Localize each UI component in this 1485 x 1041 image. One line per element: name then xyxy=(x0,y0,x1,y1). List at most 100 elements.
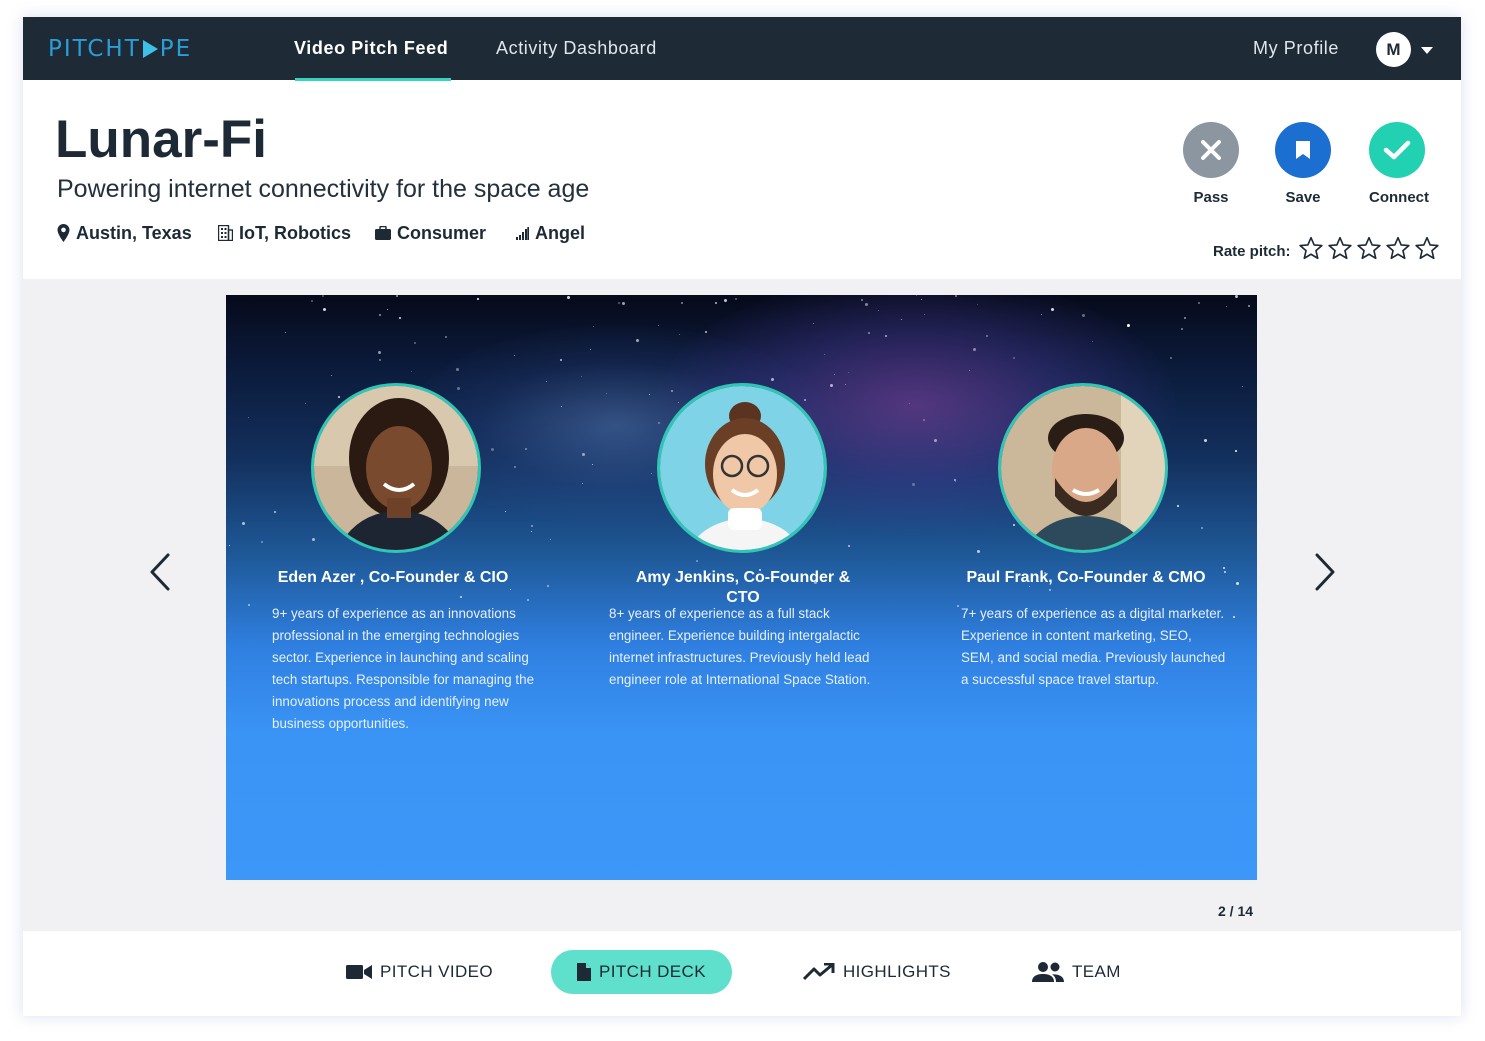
trending-up-icon xyxy=(803,963,835,981)
page-title: Lunar-Fi xyxy=(55,110,267,169)
tab-pitch-video-label: PITCH VIDEO xyxy=(380,962,494,981)
rate-pitch-label: Rate pitch: xyxy=(1213,243,1291,260)
star-dot xyxy=(530,530,532,532)
company-tagline: Powering internet connectivity for the s… xyxy=(57,175,590,203)
star-dot xyxy=(311,299,314,302)
star-dot xyxy=(547,585,550,588)
brand-logo[interactable]: PITCHT PE xyxy=(48,35,192,63)
star-dot xyxy=(696,560,699,563)
star-dot xyxy=(723,299,727,303)
person-portrait-icon xyxy=(314,386,478,550)
star-dot xyxy=(1224,570,1227,573)
star-icon[interactable] xyxy=(1298,236,1324,261)
industry-text: IoT, Robotics xyxy=(239,222,351,243)
team-photo-paul xyxy=(998,383,1168,553)
star-dot xyxy=(1177,504,1180,507)
star-dot xyxy=(247,417,249,419)
star-dot xyxy=(377,350,381,354)
star-dot xyxy=(1180,328,1183,331)
star-dot xyxy=(550,539,552,541)
tab-team[interactable]: TEAM xyxy=(1032,950,1121,994)
team-member-bio: 9+ years of experience as an innovations… xyxy=(272,606,535,731)
connect-label: Connect xyxy=(1369,189,1429,206)
bottom-tab-bar: PITCH VIDEO PITCH DECK HIGHLIGHTS TEAM xyxy=(23,931,1461,1016)
star-dot xyxy=(414,341,417,344)
star-dot xyxy=(379,359,382,362)
nav-active-underline xyxy=(295,78,451,81)
location-text: Austin, Texas xyxy=(76,222,192,243)
star-dot xyxy=(321,295,324,297)
star-dot xyxy=(1235,581,1239,585)
star-dot xyxy=(477,297,480,300)
star-icon[interactable] xyxy=(1327,236,1353,261)
tab-pitch-deck[interactable]: PITCH DECK xyxy=(551,950,732,994)
star-dot xyxy=(1204,439,1208,443)
nav-video-pitch-feed[interactable]: Video Pitch Feed xyxy=(294,17,448,80)
pass-label: Pass xyxy=(1193,189,1229,206)
star-dot xyxy=(1198,301,1201,304)
chevron-down-icon[interactable] xyxy=(1421,47,1433,54)
tab-highlights[interactable]: HIGHLIGHTS xyxy=(803,950,951,994)
document-icon xyxy=(577,963,591,981)
star-dot xyxy=(304,403,306,405)
star-dot xyxy=(445,336,448,339)
chevron-left-icon[interactable] xyxy=(148,553,172,591)
meta-market: Consumer xyxy=(375,221,486,245)
star-icon[interactable] xyxy=(1414,236,1440,261)
building-icon xyxy=(218,225,233,241)
team-member-name: Eden Azer , Co-Founder & CIO xyxy=(277,569,509,586)
star-dot xyxy=(622,301,626,305)
market-text: Consumer xyxy=(397,222,487,243)
star-dot xyxy=(1235,295,1239,299)
star-dot xyxy=(510,588,512,590)
meta-location: Austin, Texas xyxy=(57,221,192,245)
person-portrait-icon xyxy=(660,386,824,550)
video-camera-icon xyxy=(346,965,372,979)
app-frame: PITCHT PE Video Pitch Feed Activity Dash… xyxy=(23,17,1461,1016)
briefcase-icon xyxy=(375,226,391,240)
star-dot xyxy=(977,549,981,553)
tab-pitch-deck-label: PITCH DECK xyxy=(599,962,706,981)
star-dot xyxy=(531,524,533,527)
star-dot xyxy=(241,522,245,526)
chevron-right-icon[interactable] xyxy=(1313,553,1337,591)
star-icon[interactable] xyxy=(1356,236,1382,261)
star-dot xyxy=(1242,385,1244,387)
team-member-bio: 8+ years of experience as a full stack e… xyxy=(609,606,871,687)
star-icon[interactable] xyxy=(1385,236,1411,261)
nav-activity-dashboard[interactable]: Activity Dashboard xyxy=(496,17,657,80)
star-dot xyxy=(1201,527,1204,530)
avatar[interactable]: M xyxy=(1376,32,1411,67)
star-dot xyxy=(527,599,530,602)
star-dot xyxy=(566,296,570,300)
star-dot xyxy=(714,302,717,305)
star-dot xyxy=(331,375,333,377)
star-dot xyxy=(1223,566,1226,569)
top-nav: PITCHT PE Video Pitch Feed Activity Dash… xyxy=(23,17,1461,81)
save-label: Save xyxy=(1285,189,1321,206)
pass-button[interactable] xyxy=(1183,122,1239,178)
meta-stage: Angel xyxy=(516,221,585,245)
save-button[interactable] xyxy=(1275,122,1331,178)
tab-team-label: TEAM xyxy=(1072,962,1121,981)
star-dot xyxy=(273,510,276,513)
nav-my-profile[interactable]: My Profile xyxy=(1253,17,1339,80)
connect-button[interactable] xyxy=(1369,122,1425,178)
people-icon xyxy=(1032,962,1064,982)
team-member-name: Paul Frank, Co-Founder & CMO xyxy=(966,569,1206,586)
star-dot xyxy=(398,317,401,320)
star-dot xyxy=(338,396,341,399)
tab-pitch-video[interactable]: PITCH VIDEO xyxy=(346,950,493,994)
tab-highlights-label: HIGHLIGHTS xyxy=(843,962,951,981)
star-dot xyxy=(847,544,850,547)
brand-logo-left: PITCHT xyxy=(48,36,141,62)
star-dot xyxy=(735,297,738,300)
team-photo-amy xyxy=(657,383,827,553)
map-pin-icon xyxy=(57,224,70,242)
star-dot xyxy=(395,295,398,297)
star-dot xyxy=(1225,306,1227,308)
star-dot xyxy=(617,302,620,305)
star-dot xyxy=(1170,356,1173,359)
team-member-bio: 7+ years of experience as a digital mark… xyxy=(961,606,1226,687)
star-dot xyxy=(1184,317,1187,320)
